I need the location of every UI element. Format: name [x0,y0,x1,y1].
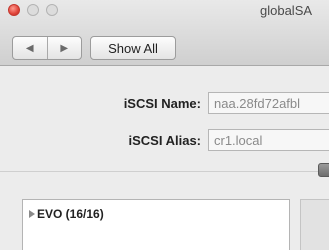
title-toolbar: globalSA ◀ ▶ Show All [0,0,329,66]
back-arrow-icon: ◀ [25,42,34,54]
iscsi-name-label: iSCSI Name: [123,96,201,111]
target-list[interactable]: EVO (16/16) [22,199,290,250]
back-forward-segmented-control: ◀ ▶ [12,36,82,60]
zoom-window-button[interactable] [46,4,58,16]
preferences-window: globalSA ◀ ▶ Show All iSCSI Name: naa.28… [0,0,329,250]
forward-button[interactable]: ▶ [46,37,82,59]
forward-arrow-icon: ▶ [60,42,69,54]
disclosure-triangle-icon[interactable] [29,210,35,218]
list-item[interactable]: EVO (16/16) [29,207,104,221]
minimize-window-button[interactable] [27,4,39,16]
show-all-button[interactable]: Show All [90,36,176,60]
iscsi-name-field[interactable]: naa.28fd72afbl [208,92,329,114]
split-view-handle[interactable] [318,163,329,177]
detail-panel [300,199,329,250]
window-title: globalSA [260,3,313,18]
list-item-label: EVO (16/16) [37,207,104,221]
iscsi-alias-label: iSCSI Alias: [128,133,201,148]
close-window-button[interactable] [8,4,20,16]
iscsi-alias-field[interactable]: cr1.local [208,129,329,151]
back-button[interactable]: ◀ [13,37,47,59]
section-divider [0,171,329,172]
